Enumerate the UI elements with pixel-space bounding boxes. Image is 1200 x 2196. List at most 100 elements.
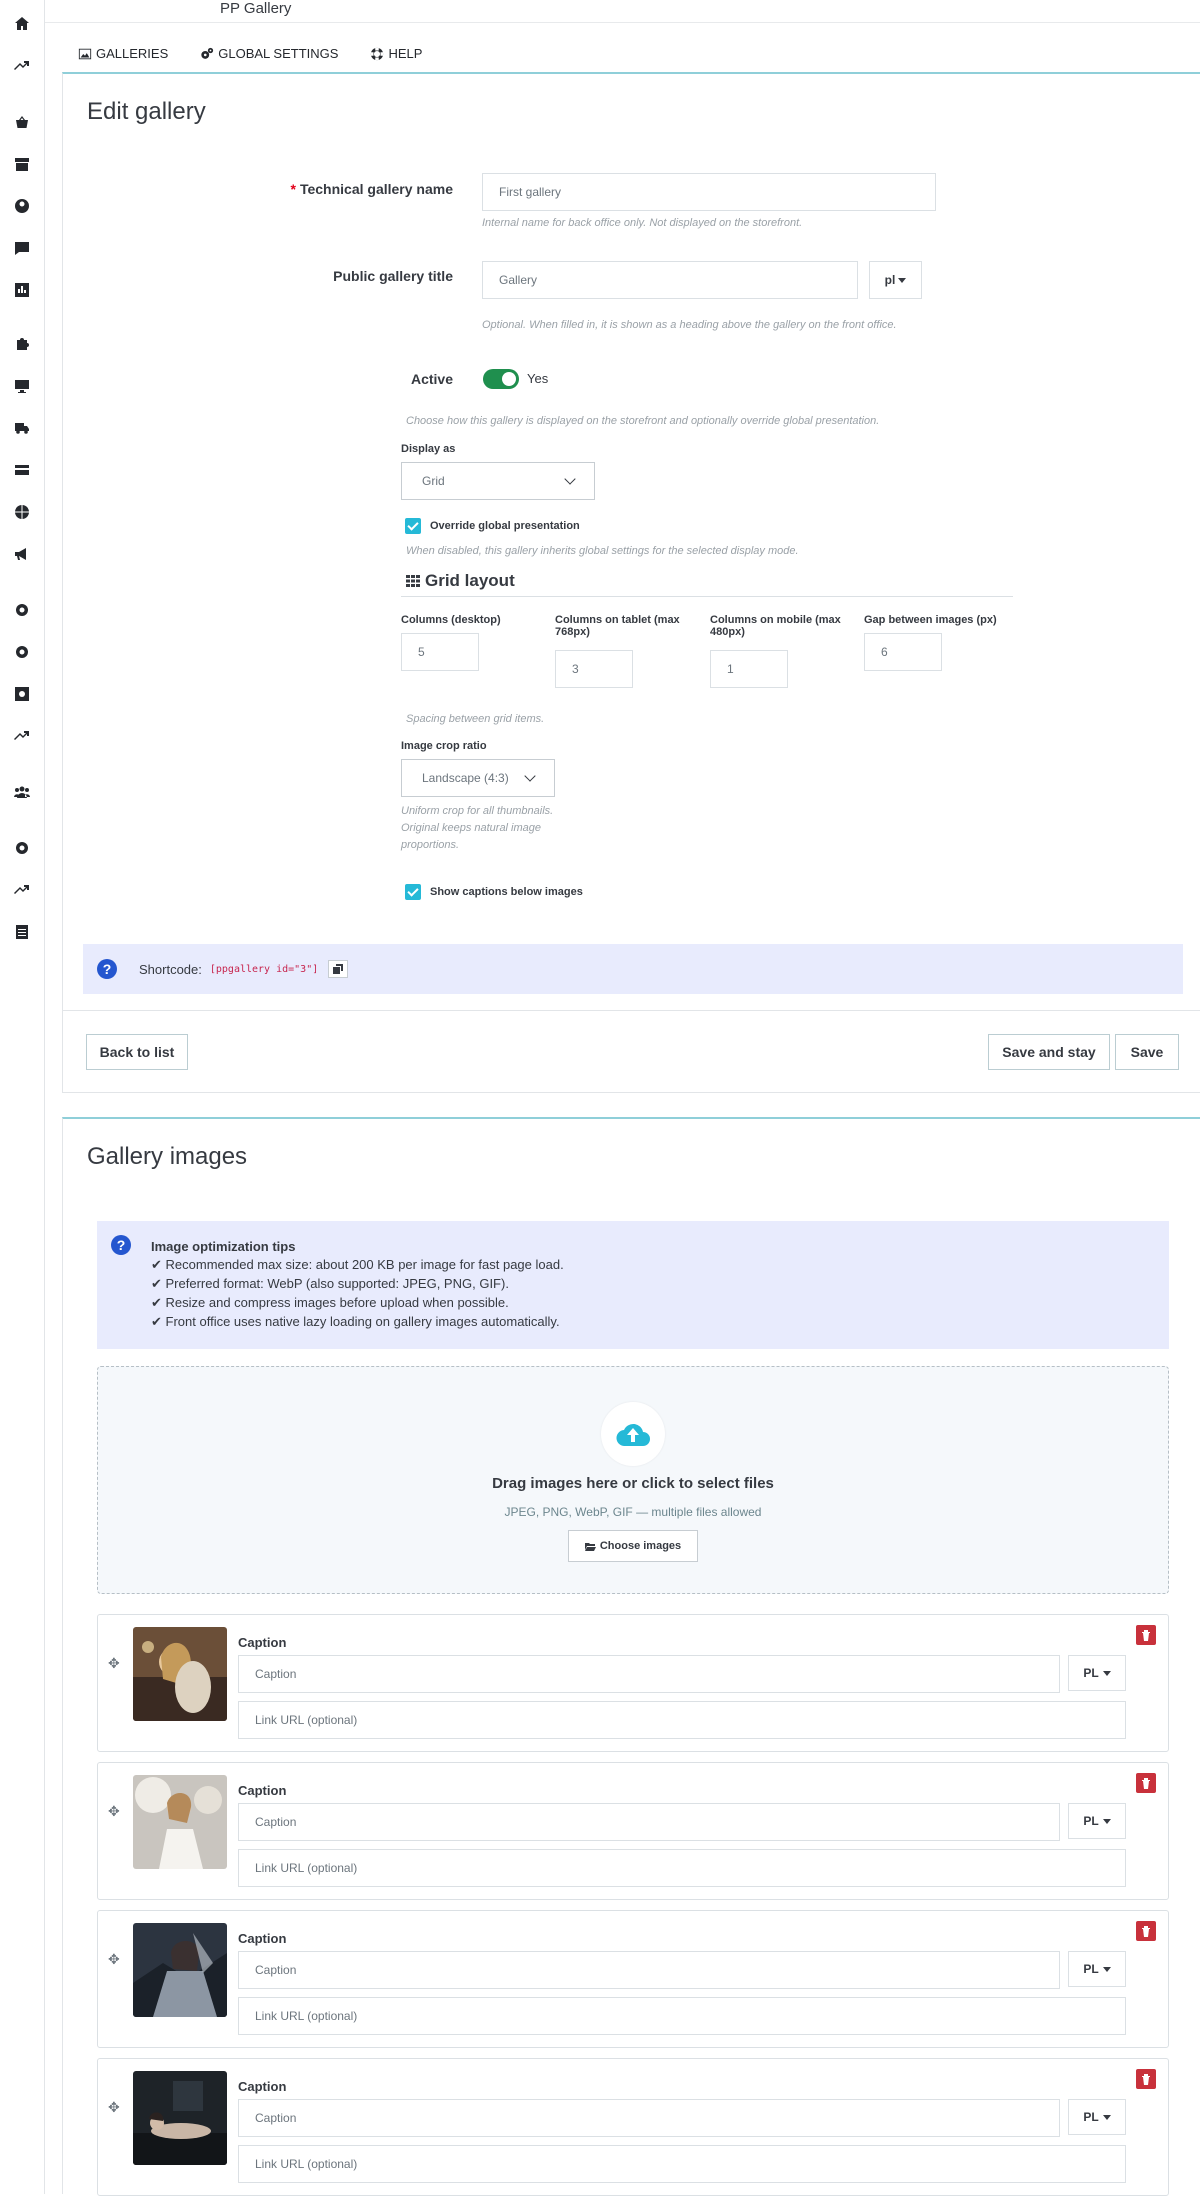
drag-handle-icon[interactable]: ✥	[108, 1803, 120, 1820]
choose-images-button[interactable]: Choose images	[568, 1530, 698, 1562]
image-thumbnail	[133, 2071, 227, 2165]
cogs-icon	[201, 47, 214, 59]
drag-handle-icon[interactable]: ✥	[108, 1655, 120, 1672]
delete-image-button[interactable]	[1136, 1921, 1156, 1941]
settings-box-icon[interactable]	[12, 684, 32, 704]
tip-item: ✔ Front office uses native lazy loading …	[151, 1314, 560, 1329]
footer-divider	[62, 1010, 1200, 1011]
caption-label: Caption	[238, 1783, 287, 1798]
tips-title: Image optimization tips	[151, 1239, 296, 1254]
delete-image-button[interactable]	[1136, 2069, 1156, 2089]
caret-down-icon	[1102, 2114, 1111, 2120]
captions-checkbox[interactable]	[405, 884, 421, 900]
caption-label: Caption	[238, 2079, 287, 2094]
crop-ratio-select[interactable]: Landscape (4:3)	[401, 759, 555, 797]
image-item: ✥ Caption Caption PL Link URL (optional)	[97, 1614, 1169, 1752]
image-thumbnail	[133, 1627, 227, 1721]
crop-ratio-hint: Uniform crop for all thumbnails. Original…	[401, 805, 554, 851]
shortcode-code: [ppgallery id="3"]	[209, 963, 319, 975]
tab-label: HELP	[388, 46, 423, 61]
back-to-list-button[interactable]: Back to list	[86, 1034, 188, 1070]
upload-dropzone[interactable]: Drag images here or click to select file…	[97, 1366, 1169, 1594]
override-checkbox[interactable]	[405, 518, 421, 534]
gap-label: Gap between images (px)	[864, 614, 997, 626]
delete-image-button[interactable]	[1136, 1773, 1156, 1793]
delete-image-button[interactable]	[1136, 1625, 1156, 1645]
save-and-stay-button[interactable]: Save and stay	[988, 1034, 1110, 1070]
caption-lang-dropdown[interactable]: PL	[1068, 1803, 1126, 1839]
caption-lang-dropdown[interactable]: PL	[1068, 2099, 1126, 2135]
customer-icon[interactable]	[12, 196, 32, 216]
panel-bottom-border	[62, 1092, 1200, 1093]
link-url-input[interactable]: Link URL (optional)	[238, 2145, 1126, 2183]
caption-lang-dropdown[interactable]: PL	[1068, 1951, 1126, 1987]
save-button[interactable]: Save	[1115, 1034, 1179, 1070]
display-hint: Choose how this gallery is displayed on …	[406, 415, 880, 427]
copy-icon	[333, 964, 344, 974]
drag-handle-icon[interactable]: ✥	[108, 1951, 120, 1968]
gear-icon[interactable]	[12, 838, 32, 858]
link-url-input[interactable]: Link URL (optional)	[238, 1701, 1126, 1739]
technical-name-label: * Technical gallery name	[290, 181, 453, 197]
truck-icon[interactable]	[12, 418, 32, 438]
columns-desktop-label: Columns (desktop)	[401, 614, 501, 626]
question-icon: ?	[97, 959, 117, 979]
crop-ratio-label: Image crop ratio	[401, 740, 487, 752]
gear-icon[interactable]	[12, 642, 32, 662]
caret-down-icon	[898, 277, 907, 283]
trending-icon[interactable]	[12, 880, 32, 900]
tab-galleries[interactable]: GALLERIES	[78, 46, 168, 61]
caption-input[interactable]: Caption	[238, 2099, 1060, 2137]
public-title-label: Public gallery title	[333, 268, 453, 284]
credit-card-icon[interactable]	[12, 460, 32, 480]
tab-global-settings[interactable]: GLOBAL SETTINGS	[200, 46, 338, 61]
puzzle-icon[interactable]	[12, 334, 32, 354]
columns-tablet-label: Columns on tablet (max 768px)	[555, 614, 680, 638]
globe-icon[interactable]	[12, 502, 32, 522]
caption-lang-dropdown[interactable]: PL	[1068, 1655, 1126, 1691]
tab-help[interactable]: HELP	[370, 46, 422, 61]
caption-input[interactable]: Caption	[238, 1803, 1060, 1841]
drag-handle-icon[interactable]: ✥	[108, 2099, 120, 2116]
image-thumbnail	[133, 1775, 227, 1869]
trending-icon[interactable]	[12, 56, 32, 76]
active-label: Active	[410, 371, 453, 387]
caption-input[interactable]: Caption	[238, 1951, 1060, 1989]
team-icon[interactable]	[12, 782, 32, 802]
override-label: Override global presentation	[430, 520, 580, 532]
public-title-hint: Optional. When filled in, it is shown as…	[482, 319, 897, 331]
columns-tablet-input[interactable]: 3	[555, 650, 633, 688]
store-icon[interactable]	[12, 154, 32, 174]
stats-icon[interactable]	[12, 280, 32, 300]
dropzone-subtitle: JPEG, PNG, WebP, GIF — multiple files al…	[504, 1505, 762, 1519]
chat-icon[interactable]	[12, 238, 32, 258]
technical-name-input[interactable]: First gallery	[482, 173, 936, 211]
tip-item: ✔ Resize and compress images before uplo…	[151, 1295, 509, 1310]
public-title-input[interactable]: Gallery	[482, 261, 858, 299]
monitor-icon[interactable]	[12, 376, 32, 396]
upload-cloud-icon	[601, 1402, 665, 1466]
active-toggle[interactable]	[483, 369, 519, 389]
link-url-input[interactable]: Link URL (optional)	[238, 1997, 1126, 2035]
active-value: Yes	[527, 371, 549, 386]
public-title-lang-dropdown[interactable]: pl	[869, 261, 922, 299]
image-item: ✥ Caption Caption PL Link URL (optional)	[97, 2058, 1169, 2196]
columns-mobile-input[interactable]: 1	[710, 650, 788, 688]
gap-input[interactable]: 6	[864, 633, 942, 671]
caption-input[interactable]: Caption	[238, 1655, 1060, 1693]
columns-desktop-input[interactable]: 5	[401, 633, 479, 671]
image-item: ✥ Caption Caption PL Link URL (optional)	[97, 1910, 1169, 2048]
megaphone-icon[interactable]	[12, 544, 32, 564]
copy-shortcode-button[interactable]	[328, 960, 349, 978]
optimization-tips-box: ? Image optimization tips ✔ Recommended …	[97, 1221, 1169, 1349]
gear-icon[interactable]	[12, 600, 32, 620]
home-icon[interactable]	[12, 14, 32, 34]
basket-icon[interactable]	[12, 112, 32, 132]
caret-down-icon	[1102, 1818, 1111, 1824]
display-as-select[interactable]: Grid	[401, 462, 595, 500]
list-icon[interactable]	[12, 922, 32, 942]
trending-icon[interactable]	[12, 726, 32, 746]
trash-icon	[1142, 1629, 1150, 1641]
caption-label: Caption	[238, 1635, 287, 1650]
link-url-input[interactable]: Link URL (optional)	[238, 1849, 1126, 1887]
